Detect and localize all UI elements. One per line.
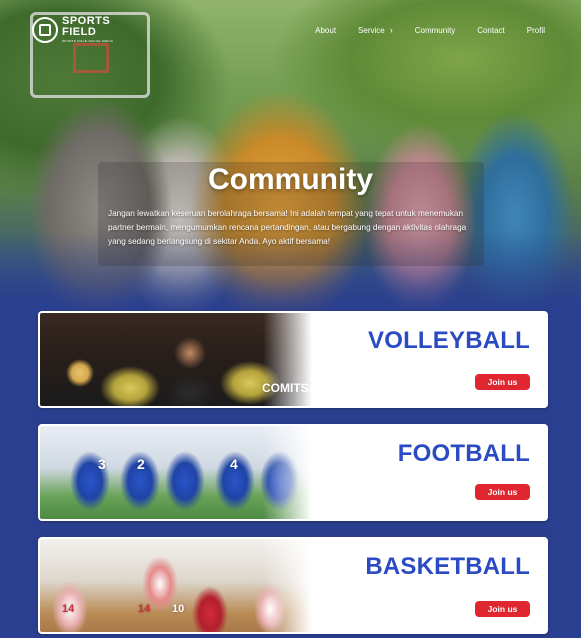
jersey-number: 10	[172, 603, 185, 615]
page-title: Community	[208, 163, 373, 196]
nav-item-label: Contact	[477, 26, 505, 35]
join-football-button[interactable]: Join us	[475, 484, 530, 500]
jersey-text: COMITSA	[262, 381, 318, 395]
site-logo[interactable]: SPORTS FIELD SPORTS FIELD SOCIAL MEDIA	[32, 16, 113, 43]
volleyball-team-photo: COMITSA	[40, 313, 317, 406]
nav-item-profil[interactable]: Profil	[527, 26, 545, 35]
logo-line2: FIELD	[62, 26, 97, 38]
main-nav: About Service › Community Contact Profil	[315, 25, 545, 36]
sport-title: FOOTBALL	[397, 440, 530, 467]
jersey-number: 4	[230, 456, 238, 472]
chevron-right-icon: ›	[389, 25, 393, 35]
hero-description: Jangan lewatkan keseruan berolahraga ber…	[108, 209, 467, 246]
sport-title: VOLLEYBALL	[368, 327, 530, 354]
sport-card-basketball[interactable]: 14 10 14 BASKETBALL Join us	[38, 537, 548, 634]
sport-card-volleyball[interactable]: COMITSA VOLLEYBALL Join us	[38, 311, 548, 408]
logo-wordmark: SPORTS FIELD SPORTS FIELD SOCIAL MEDIA	[62, 16, 113, 43]
basketball-team-photo: 14 10 14	[40, 539, 312, 632]
football-team-photo: 3 2 4	[40, 426, 312, 519]
nav-item-service[interactable]: Service ›	[358, 25, 393, 36]
sport-title: BASKETBALL	[365, 553, 530, 580]
jersey-number: 14	[138, 603, 151, 615]
hoop-square	[73, 43, 109, 73]
nav-item-label: Service	[358, 26, 385, 35]
jersey-number: 14	[62, 603, 75, 615]
nav-item-label: Profil	[526, 26, 545, 35]
nav-item-contact[interactable]: Contact	[477, 26, 505, 35]
logo-tagline: SPORTS FIELD SOCIAL MEDIA	[62, 39, 114, 43]
nav-item-about[interactable]: About	[315, 26, 336, 35]
jersey-number: 2	[137, 456, 145, 472]
nav-item-label: About	[315, 26, 337, 35]
sport-card-football[interactable]: 3 2 4 FOOTBALL Join us	[38, 424, 548, 521]
logo-emblem-core	[39, 23, 51, 36]
join-basketball-button[interactable]: Join us	[475, 601, 530, 617]
logo-emblem-icon	[32, 16, 58, 43]
nav-item-label: Community	[414, 26, 456, 35]
jersey-number: 3	[98, 456, 106, 472]
nav-item-community[interactable]: Community	[415, 26, 455, 35]
join-volleyball-button[interactable]: Join us	[475, 374, 530, 390]
